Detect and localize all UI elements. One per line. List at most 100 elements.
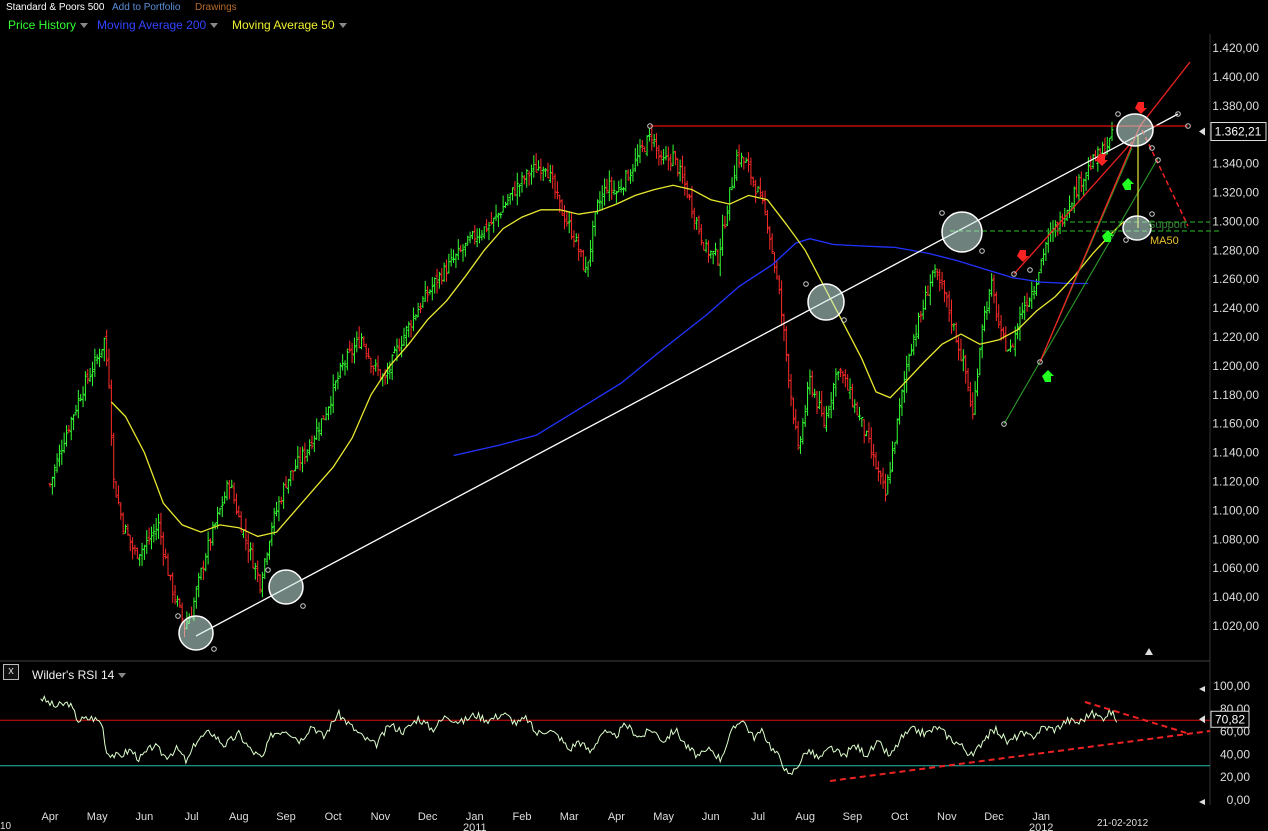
price-bar xyxy=(973,381,977,415)
price-bar xyxy=(940,271,944,290)
rsi-legend[interactable]: Wilder's RSI 14 xyxy=(32,668,127,682)
handle-dot xyxy=(1149,211,1155,217)
handle-dot xyxy=(841,317,847,323)
price-bar xyxy=(643,146,647,153)
price-tick-label: 1.320,00 xyxy=(1212,186,1259,200)
projection-line-red xyxy=(1141,129,1189,227)
year-tick-label: 2012 xyxy=(1029,822,1053,831)
price-bar xyxy=(282,482,286,509)
price-bar xyxy=(645,135,649,157)
price-bar xyxy=(829,392,833,419)
handle-dot xyxy=(1115,111,1121,117)
price-bar xyxy=(341,354,345,371)
price-bar xyxy=(841,370,845,384)
price-bar xyxy=(197,572,201,598)
price-bar xyxy=(836,370,840,381)
price-bar xyxy=(72,414,76,431)
price-tick-label: 1.420,00 xyxy=(1212,41,1259,55)
price-bar xyxy=(57,444,61,467)
price-bar xyxy=(515,172,519,206)
price-bar xyxy=(65,425,69,447)
handle-dot xyxy=(1123,237,1129,243)
price-bar xyxy=(723,215,727,229)
price-bar xyxy=(159,512,163,545)
price-tick-label: 1.220,00 xyxy=(1212,330,1259,344)
price-bar xyxy=(888,461,892,484)
price-bar xyxy=(834,368,838,397)
price-bar xyxy=(1030,281,1034,309)
price-bar xyxy=(53,464,57,488)
price-bar xyxy=(293,459,297,472)
price-bar xyxy=(881,467,885,489)
price-bar xyxy=(253,562,257,580)
handle-dot xyxy=(979,248,985,254)
price-bar xyxy=(1018,306,1022,341)
price-bar xyxy=(487,222,491,241)
price-bar xyxy=(588,239,592,267)
price-bar xyxy=(907,353,911,372)
price-bar xyxy=(470,230,474,240)
price-bar xyxy=(1082,178,1086,196)
price-bar xyxy=(862,419,866,444)
price-bar xyxy=(298,446,302,471)
price-bar xyxy=(678,159,682,182)
rsi-line xyxy=(40,694,1118,776)
price-chart[interactable]: 1.420,001.400,001.380,001.360,001.340,00… xyxy=(0,0,1268,831)
price-bar xyxy=(806,381,810,416)
price-bar xyxy=(437,271,441,289)
arrow-up-icon xyxy=(1122,178,1134,190)
price-bar xyxy=(725,205,729,227)
price-bar xyxy=(647,128,651,142)
price-bar xyxy=(492,217,496,233)
last-price-marker-icon xyxy=(1199,127,1205,136)
price-bar xyxy=(119,501,123,520)
price-bar xyxy=(879,470,883,485)
price-bar xyxy=(135,547,139,559)
price-bar xyxy=(985,301,989,320)
price-bar xyxy=(957,336,961,361)
price-bar xyxy=(990,273,994,297)
price-bar xyxy=(822,406,826,428)
price-bar xyxy=(121,512,125,535)
price-bar xyxy=(959,338,963,362)
highlight-circle xyxy=(178,615,214,651)
price-bar xyxy=(742,157,746,170)
month-tick-label: Aug xyxy=(795,811,815,823)
price-bar xyxy=(765,210,769,234)
price-bar xyxy=(230,479,234,488)
month-tick-label: Jun xyxy=(136,811,154,823)
rsi-close-button[interactable]: x xyxy=(3,664,19,680)
price-bar xyxy=(817,391,821,410)
month-tick-label: Apr xyxy=(41,811,58,823)
price-bar xyxy=(430,277,434,301)
price-tick-label: 1.120,00 xyxy=(1212,475,1259,489)
price-bar xyxy=(716,249,720,266)
price-bar xyxy=(636,144,640,167)
price-bar xyxy=(1075,176,1079,199)
price-bar xyxy=(466,235,470,246)
price-bar xyxy=(152,524,156,543)
price-tick-label: 1.060,00 xyxy=(1212,561,1259,575)
price-bar xyxy=(586,261,590,277)
price-bar xyxy=(442,262,446,283)
price-bar xyxy=(820,390,824,417)
price-bar xyxy=(452,249,456,264)
price-bar xyxy=(79,393,83,402)
price-bar xyxy=(260,571,264,598)
month-tick-label: Sep xyxy=(276,811,296,823)
month-tick-label: Oct xyxy=(325,811,342,823)
price-bar xyxy=(921,299,925,320)
price-bar xyxy=(67,425,71,433)
price-bar xyxy=(690,186,694,219)
price-bar xyxy=(548,164,552,183)
price-bar xyxy=(93,348,97,377)
price-bar xyxy=(572,230,576,248)
price-bar xyxy=(256,560,260,583)
support-label: Support xyxy=(1148,219,1187,231)
price-bar xyxy=(331,374,335,414)
price-bar xyxy=(754,179,758,203)
price-bar xyxy=(402,327,406,347)
price-bar xyxy=(808,369,812,395)
price-bar xyxy=(246,533,250,563)
price-bar xyxy=(55,453,59,473)
